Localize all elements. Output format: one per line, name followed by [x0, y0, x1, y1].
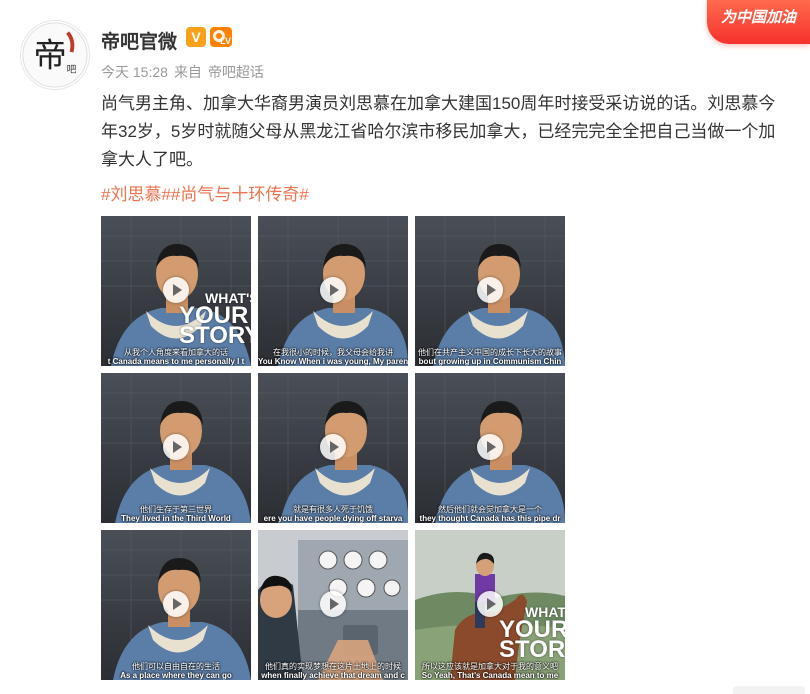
post-source[interactable]: 帝吧超话: [208, 62, 264, 82]
play-icon[interactable]: [320, 434, 346, 460]
play-icon[interactable]: [163, 434, 189, 460]
avatar-small-char: 吧: [67, 64, 77, 75]
author-badges: V LV: [186, 27, 232, 47]
author-name[interactable]: 帝吧官微: [101, 27, 177, 54]
media-grid: WHAT'S YOUR STORY从我个人角度来看加拿大的话t Canada m…: [101, 216, 568, 680]
tag-liusimu[interactable]: #刘思慕#: [101, 185, 171, 204]
play-icon[interactable]: [163, 591, 189, 617]
subtitle-en: they thought Canada has this pipe dr: [419, 514, 561, 523]
video-thumbnail[interactable]: 他们真的实现梦想在这片土地上的时候 when finally achieve th…: [258, 530, 408, 680]
level-icon[interactable]: LV: [210, 27, 232, 47]
post-time[interactable]: 今天 15:28: [101, 62, 168, 82]
post-text: 尚气男主角、加拿大华裔男演员刘思慕在加拿大建国150周年时接受采访说的话。刘思慕…: [101, 94, 776, 169]
author-avatar[interactable]: 帝 吧: [20, 20, 90, 90]
tag-shangqi[interactable]: #尚气与十环传奇#: [171, 185, 309, 204]
overlay-story: STORY: [499, 636, 565, 663]
verified-icon[interactable]: V: [186, 27, 206, 47]
play-icon[interactable]: [477, 434, 503, 460]
post-tags: #刘思慕##尚气与十环传奇#: [101, 180, 309, 205]
video-thumbnail[interactable]: WHAT'S YOUR STORY从我个人角度来看加拿大的话t Canada m…: [101, 216, 251, 366]
subtitle-en: As a place where they can go: [120, 671, 232, 680]
video-thumbnail[interactable]: 然后他们就会觉加拿大是一个 they thought Canada has thi…: [415, 373, 565, 523]
video-thumbnail[interactable]: 他们生存于第三世界 They lived in the Third World: [101, 373, 251, 523]
video-thumbnail[interactable]: 他们可以自由自在的生活 As a place where they can go: [101, 530, 251, 680]
subtitle-en: You Know When i was young, My parents wa…: [258, 357, 408, 366]
play-icon[interactable]: [320, 591, 346, 617]
promo-banner[interactable]: 为中国加油: [707, 0, 810, 44]
subtitle-en: They lived in the Third World: [121, 514, 231, 523]
subtitle-en: ere you have people dying off starva: [263, 514, 403, 523]
play-icon[interactable]: [163, 277, 189, 303]
avatar-char: 帝: [34, 36, 67, 75]
promo-label: 为中国加油: [721, 9, 797, 26]
post-meta: 今天 15:28 来自 帝吧超话: [101, 62, 264, 82]
subtitle-en: bout growing up in Communism Chin: [418, 357, 562, 366]
video-thumbnail[interactable]: 在我很小的时候，我父母会给我讲 You Know When i was young…: [258, 216, 408, 366]
play-icon[interactable]: [320, 277, 346, 303]
subtitle-en: So Yeah, That's Canada mean to me: [421, 671, 559, 680]
video-thumbnail[interactable]: 就是有很多人死于饥饿 ere you have people dying off …: [258, 373, 408, 523]
subtitle-en: t Canada means to me personally I t: [107, 357, 245, 366]
play-icon[interactable]: [477, 591, 503, 617]
corner-tab: [733, 686, 805, 694]
from-label: 来自: [173, 64, 202, 80]
video-thumbnail[interactable]: WHAT'S YOUR STORY所以这应该就是加拿大对于我的意义吧So Yea…: [415, 530, 565, 680]
video-thumbnail[interactable]: 他们在共产主义中国的成长下长大的故事 bout growing up in Com…: [415, 216, 565, 366]
overlay-story: STORY: [179, 322, 251, 349]
level-label: LV: [220, 36, 231, 46]
play-icon[interactable]: [477, 277, 503, 303]
subtitle-en: when finally achieve that dream and c: [261, 671, 405, 680]
